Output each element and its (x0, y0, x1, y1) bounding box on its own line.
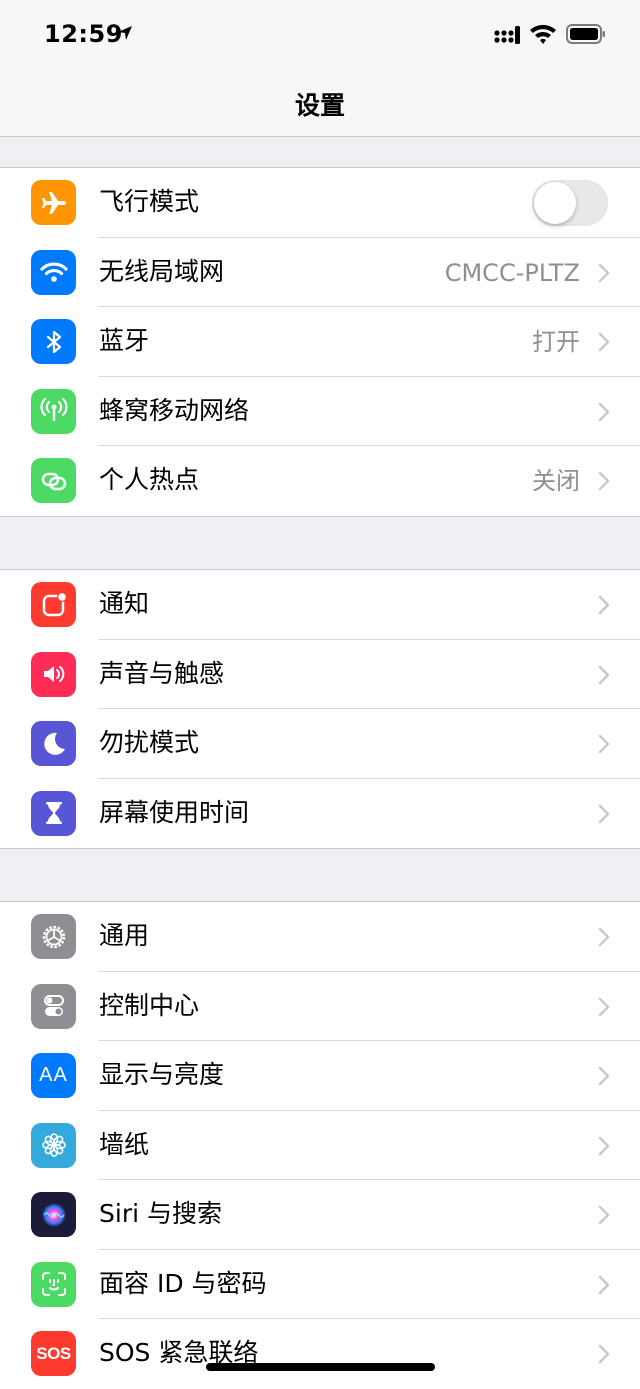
settings-row-siri[interactable]: Siri 与搜索 (0, 1180, 640, 1250)
settings-row-general[interactable]: 通用 (0, 902, 640, 972)
toggle-knob (534, 182, 576, 224)
chevron-right-icon (598, 402, 610, 421)
settings-row-label: 屏幕使用时间 (99, 797, 250, 827)
settings-group-connectivity: 飞行模式 无线局域网 CMCC-PLTZ 蓝牙 打开 蜂窝移动网络 个人热点 关… (0, 167, 640, 517)
cellular-antenna-icon (31, 388, 76, 434)
settings-row-label: 面容 ID 与密码 (99, 1268, 267, 1298)
chevron-right-icon (598, 804, 610, 823)
settings-row-control-center[interactable]: 控制中心 (0, 972, 640, 1041)
settings-row-value: CMCC-PLTZ (444, 258, 580, 287)
settings-row-bluetooth[interactable]: 蓝牙 打开 (0, 307, 640, 377)
chevron-right-icon (598, 471, 610, 491)
chevron-right-icon (598, 1066, 610, 1086)
settings-row-label: 声音与触感 (99, 658, 225, 688)
status-time: 12:59 (44, 20, 123, 48)
sos-icon-glyph: SOS (36, 1343, 71, 1363)
speaker-icon (31, 651, 76, 697)
settings-row-value: 关闭 (532, 467, 580, 495)
hotspot-link-icon (31, 458, 76, 503)
settings-row-label: 通知 (99, 589, 150, 618)
sos-icon: SOS (31, 1331, 76, 1376)
chevron-right-icon (598, 595, 610, 615)
chevron-right-icon (598, 734, 610, 754)
chevron-right-icon (598, 927, 610, 947)
face-id-icon (31, 1261, 76, 1307)
settings-row-display[interactable]: AA 显示与亮度 (0, 1041, 640, 1111)
settings-row-notifications[interactable]: 通知 (0, 570, 640, 640)
settings-row-wallpaper[interactable]: 墙纸 (0, 1111, 640, 1180)
chevron-right-icon (598, 1205, 610, 1225)
airplane-mode-toggle[interactable] (532, 180, 608, 226)
notifications-icon (31, 582, 76, 627)
switches-icon (31, 983, 76, 1029)
settings-row-label: 飞行模式 (99, 187, 200, 216)
settings-row-wifi[interactable]: 无线局域网 CMCC-PLTZ (0, 238, 640, 307)
bluetooth-icon (31, 319, 76, 364)
status-bar: 12:59 (0, 0, 640, 68)
location-arrow-icon (118, 26, 132, 40)
settings-row-label: Siri 与搜索 (99, 1199, 222, 1228)
chevron-right-icon (598, 332, 610, 352)
text-size-icon-glyph: AA (39, 1064, 68, 1086)
chevron-right-icon (598, 997, 610, 1016)
settings-row-label: 个人热点 (99, 465, 200, 494)
cellular-signal-icon (494, 26, 520, 44)
chevron-right-icon (598, 1344, 610, 1364)
settings-row-label: 勿扰模式 (99, 728, 200, 757)
settings-row-label: 无线局域网 (99, 256, 225, 286)
text-size-icon: AA (31, 1053, 76, 1098)
siri-icon (31, 1192, 76, 1237)
home-indicator[interactable] (206, 1363, 435, 1371)
settings-row-personal-hotspot[interactable]: 个人热点 关闭 (0, 446, 640, 516)
chevron-right-icon (598, 1275, 610, 1294)
settings-row-label: 控制中心 (99, 990, 200, 1020)
chevron-right-icon (598, 263, 610, 282)
settings-row-airplane-mode: 飞行模式 (0, 168, 640, 238)
settings-group-general: 通用 控制中心 AA 显示与亮度 墙纸 Siri 与搜索 面容 ID 与密码 S… (0, 901, 640, 1389)
settings-row-do-not-disturb[interactable]: 勿扰模式 (0, 709, 640, 779)
settings-row-label: 通用 (99, 921, 150, 950)
settings-row-emergency-sos[interactable]: SOS SOS 紧急联络 (0, 1319, 640, 1389)
settings-row-cellular[interactable]: 蜂窝移动网络 (0, 377, 640, 446)
settings-row-label: 蜂窝移动网络 (99, 395, 250, 425)
hourglass-icon (31, 790, 76, 836)
battery-icon (566, 24, 605, 44)
chevron-right-icon (598, 1136, 610, 1155)
settings-group-notifications: 通知 声音与触感 勿扰模式 屏幕使用时间 (0, 569, 640, 849)
settings-row-value: 打开 (532, 328, 580, 356)
wifi-icon (530, 24, 556, 44)
settings-row-sounds[interactable]: 声音与触感 (0, 640, 640, 709)
gear-icon (31, 914, 76, 959)
settings-row-label: 墙纸 (99, 1129, 150, 1159)
flower-icon (31, 1122, 76, 1168)
settings-row-face-id[interactable]: 面容 ID 与密码 (0, 1250, 640, 1319)
navigation-bar: 设置 (0, 68, 640, 137)
settings-row-label: 显示与亮度 (99, 1060, 225, 1089)
wifi-icon (31, 249, 76, 295)
airplane-icon (31, 180, 76, 225)
settings-row-screen-time[interactable]: 屏幕使用时间 (0, 779, 640, 849)
chevron-right-icon (598, 665, 610, 684)
settings-row-label: 蓝牙 (99, 326, 150, 355)
moon-icon (31, 721, 76, 766)
page-title: 设置 (294, 91, 345, 120)
